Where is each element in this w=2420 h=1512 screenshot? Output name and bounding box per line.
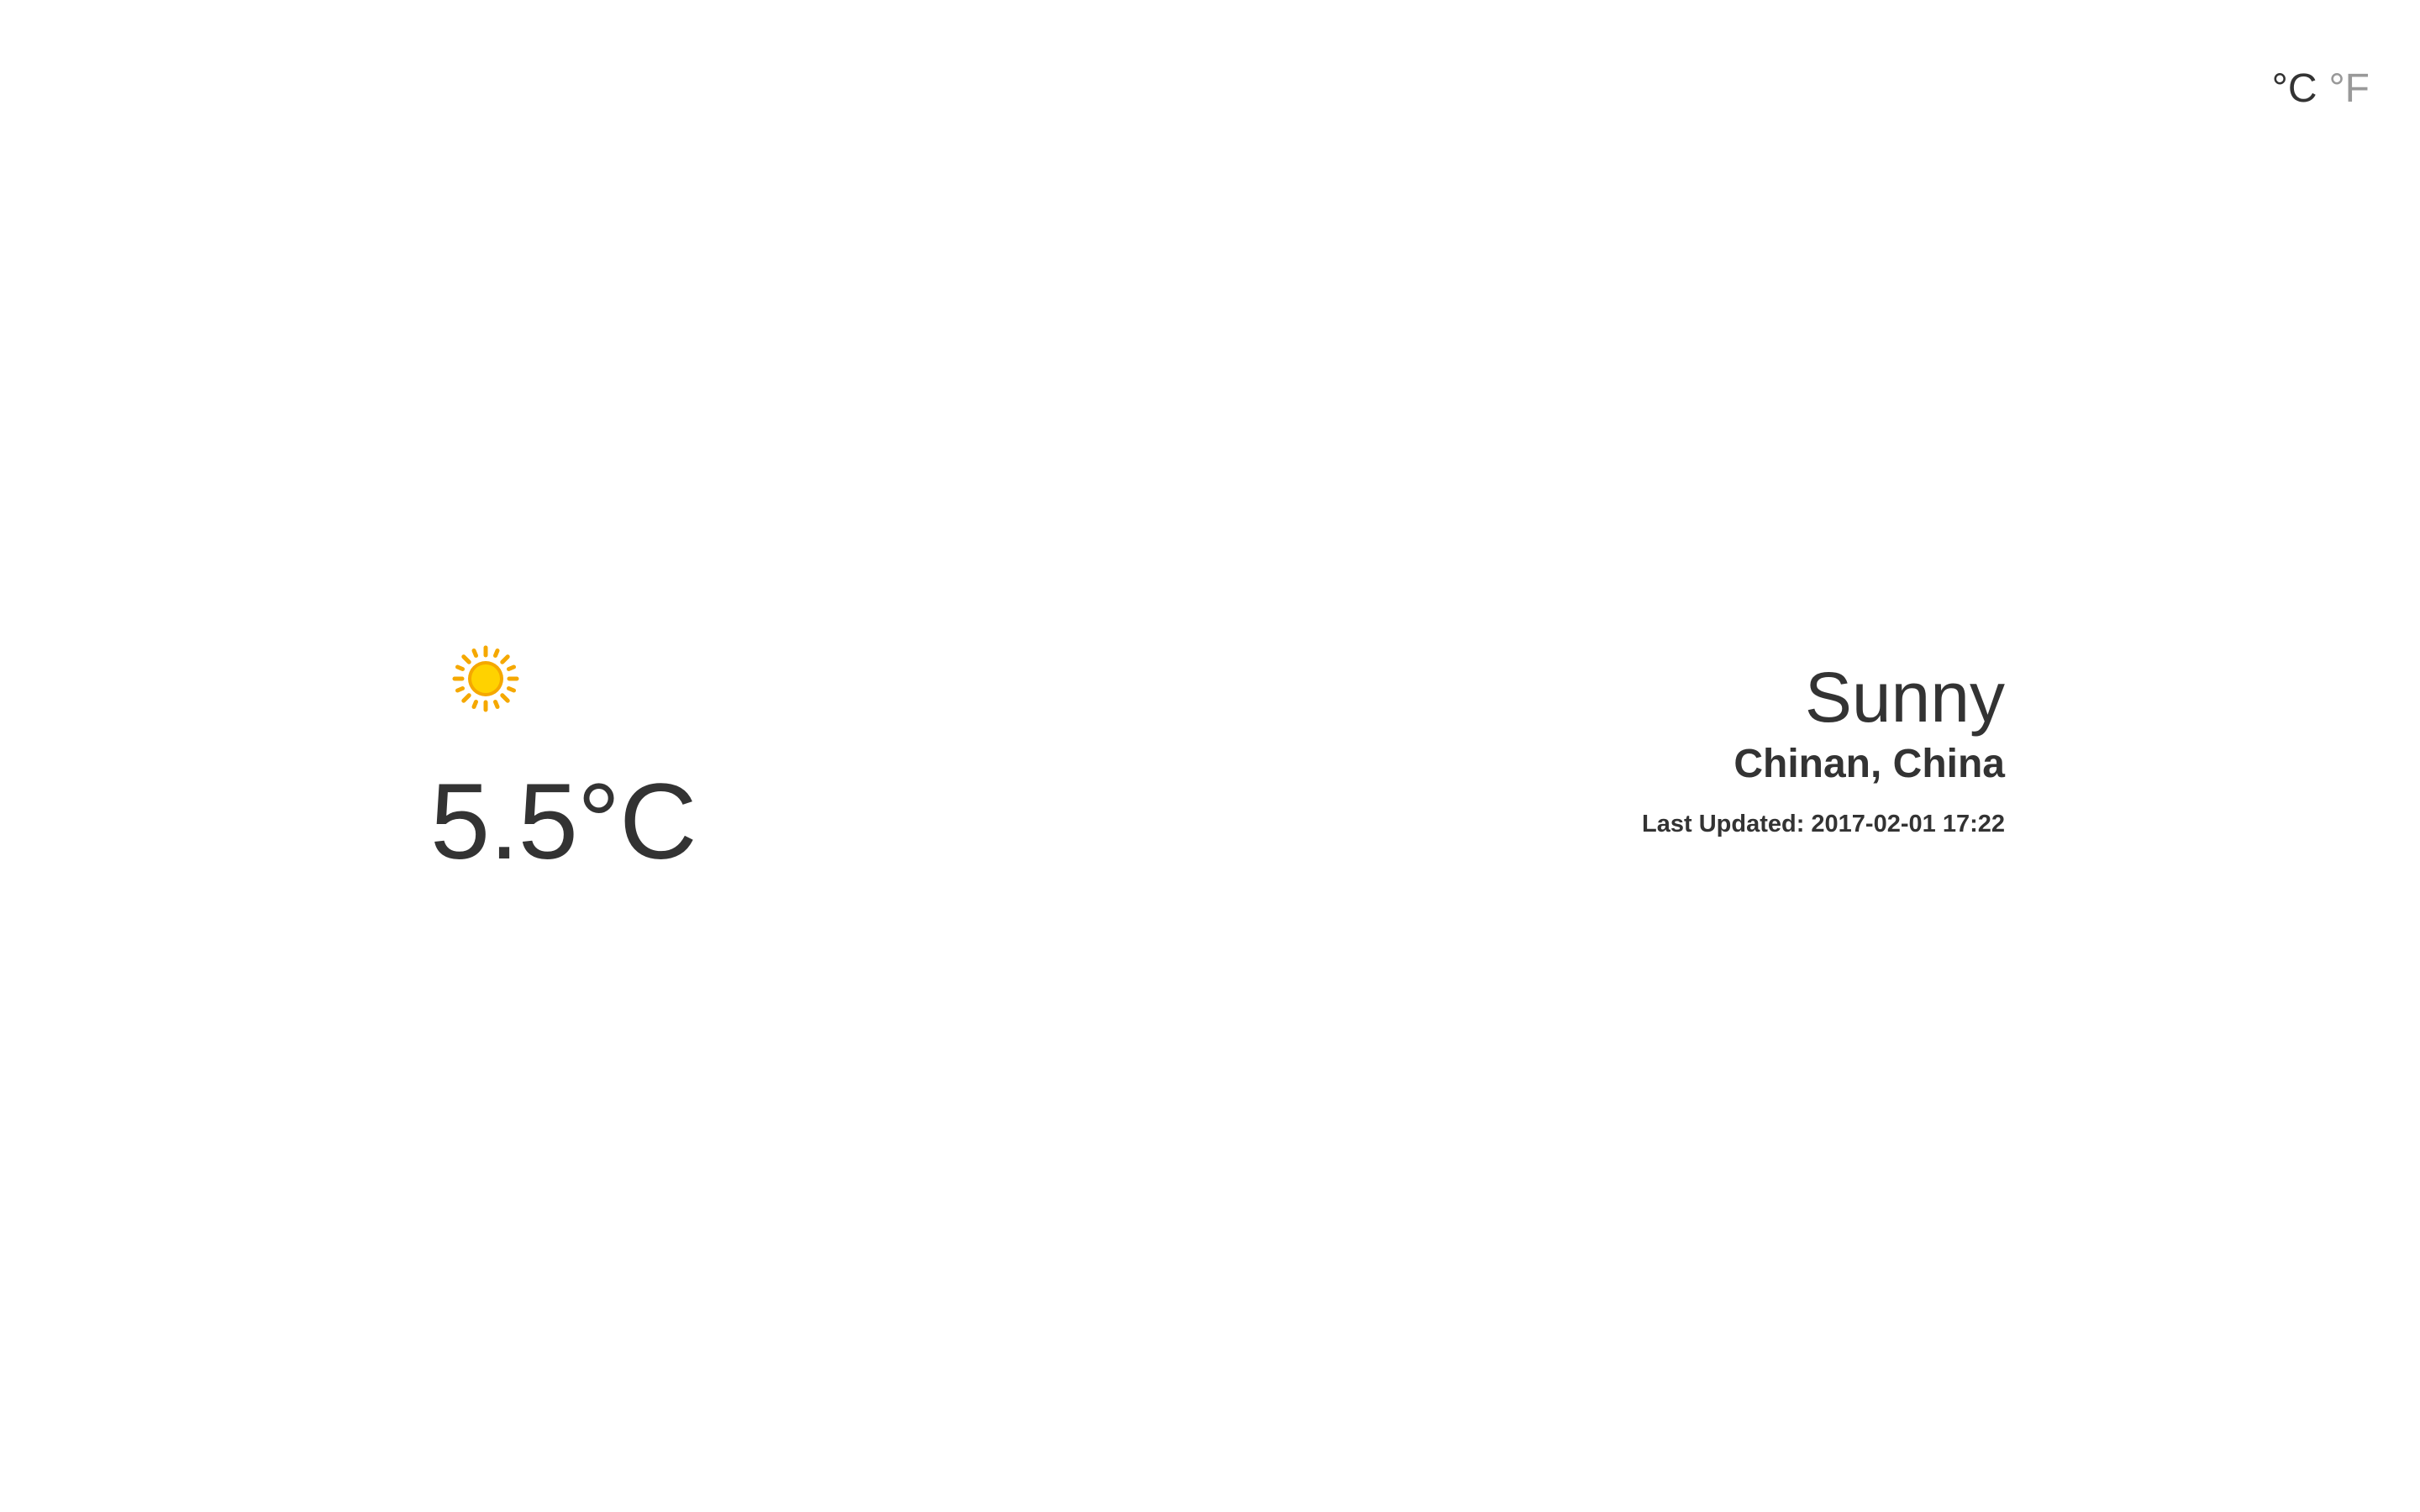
last-updated-label: Last Updated: 2017-02-01 17:22 [1642, 811, 2005, 837]
sun-icon [452, 645, 519, 712]
location-label: Chinan, China [1733, 742, 2005, 786]
current-temperature: 5.5°C [430, 762, 697, 882]
weather-condition: Sunny [1804, 658, 2005, 737]
weather-page: °C °F 5.5°C Sunny Chinan, China Last Upd… [0, 0, 2420, 1512]
celsius-toggle[interactable]: °C [2272, 64, 2317, 114]
fahrenheit-toggle[interactable]: °F [2328, 64, 2370, 114]
weather-details: Sunny Chinan, China Last Updated: 2017-0… [1249, 655, 2005, 840]
unit-toggle: °C °F [2272, 64, 2370, 114]
